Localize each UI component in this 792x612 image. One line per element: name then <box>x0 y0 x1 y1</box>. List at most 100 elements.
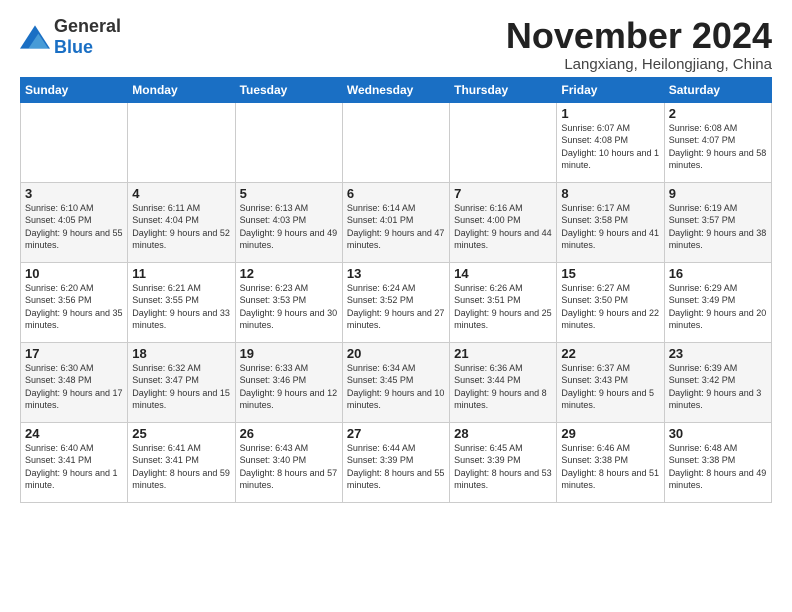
day-info: Sunrise: 6:20 AM Sunset: 3:56 PM Dayligh… <box>25 282 123 332</box>
day-number: 1 <box>561 106 659 121</box>
day-number: 30 <box>669 426 767 441</box>
week-row-2: 10Sunrise: 6:20 AM Sunset: 3:56 PM Dayli… <box>21 262 772 342</box>
day-cell: 23Sunrise: 6:39 AM Sunset: 3:42 PM Dayli… <box>664 342 771 422</box>
day-cell: 3Sunrise: 6:10 AM Sunset: 4:05 PM Daylig… <box>21 182 128 262</box>
logo: General Blue <box>20 16 121 58</box>
day-info: Sunrise: 6:17 AM Sunset: 3:58 PM Dayligh… <box>561 202 659 252</box>
day-info: Sunrise: 6:23 AM Sunset: 3:53 PM Dayligh… <box>240 282 338 332</box>
day-info: Sunrise: 6:48 AM Sunset: 3:38 PM Dayligh… <box>669 442 767 492</box>
day-info: Sunrise: 6:14 AM Sunset: 4:01 PM Dayligh… <box>347 202 445 252</box>
logo-general: General <box>54 16 121 36</box>
day-info: Sunrise: 6:37 AM Sunset: 3:43 PM Dayligh… <box>561 362 659 412</box>
day-number: 26 <box>240 426 338 441</box>
day-cell: 27Sunrise: 6:44 AM Sunset: 3:39 PM Dayli… <box>342 422 449 502</box>
day-cell <box>450 102 557 182</box>
day-number: 27 <box>347 426 445 441</box>
day-cell: 29Sunrise: 6:46 AM Sunset: 3:38 PM Dayli… <box>557 422 664 502</box>
day-number: 28 <box>454 426 552 441</box>
day-info: Sunrise: 6:36 AM Sunset: 3:44 PM Dayligh… <box>454 362 552 412</box>
day-cell: 17Sunrise: 6:30 AM Sunset: 3:48 PM Dayli… <box>21 342 128 422</box>
day-cell: 19Sunrise: 6:33 AM Sunset: 3:46 PM Dayli… <box>235 342 342 422</box>
day-cell: 30Sunrise: 6:48 AM Sunset: 3:38 PM Dayli… <box>664 422 771 502</box>
day-cell: 9Sunrise: 6:19 AM Sunset: 3:57 PM Daylig… <box>664 182 771 262</box>
day-cell: 20Sunrise: 6:34 AM Sunset: 3:45 PM Dayli… <box>342 342 449 422</box>
day-info: Sunrise: 6:11 AM Sunset: 4:04 PM Dayligh… <box>132 202 230 252</box>
day-cell <box>342 102 449 182</box>
day-cell: 28Sunrise: 6:45 AM Sunset: 3:39 PM Dayli… <box>450 422 557 502</box>
day-cell: 6Sunrise: 6:14 AM Sunset: 4:01 PM Daylig… <box>342 182 449 262</box>
day-cell: 11Sunrise: 6:21 AM Sunset: 3:55 PM Dayli… <box>128 262 235 342</box>
day-cell: 2Sunrise: 6:08 AM Sunset: 4:07 PM Daylig… <box>664 102 771 182</box>
day-cell: 15Sunrise: 6:27 AM Sunset: 3:50 PM Dayli… <box>557 262 664 342</box>
day-number: 18 <box>132 346 230 361</box>
day-info: Sunrise: 6:29 AM Sunset: 3:49 PM Dayligh… <box>669 282 767 332</box>
calendar-table: Sunday Monday Tuesday Wednesday Thursday… <box>20 77 772 503</box>
day-number: 2 <box>669 106 767 121</box>
day-number: 3 <box>25 186 123 201</box>
day-number: 15 <box>561 266 659 281</box>
subtitle: Langxiang, Heilongjiang, China <box>506 56 772 73</box>
header-wednesday: Wednesday <box>342 77 449 102</box>
day-number: 7 <box>454 186 552 201</box>
day-info: Sunrise: 6:30 AM Sunset: 3:48 PM Dayligh… <box>25 362 123 412</box>
title-block: November 2024 Langxiang, Heilongjiang, C… <box>506 16 772 73</box>
weekday-header-row: Sunday Monday Tuesday Wednesday Thursday… <box>21 77 772 102</box>
day-info: Sunrise: 6:16 AM Sunset: 4:00 PM Dayligh… <box>454 202 552 252</box>
header-sunday: Sunday <box>21 77 128 102</box>
day-cell: 21Sunrise: 6:36 AM Sunset: 3:44 PM Dayli… <box>450 342 557 422</box>
day-info: Sunrise: 6:24 AM Sunset: 3:52 PM Dayligh… <box>347 282 445 332</box>
day-info: Sunrise: 6:33 AM Sunset: 3:46 PM Dayligh… <box>240 362 338 412</box>
day-number: 29 <box>561 426 659 441</box>
day-number: 23 <box>669 346 767 361</box>
page: General Blue November 2024 Langxiang, He… <box>0 0 792 513</box>
day-info: Sunrise: 6:43 AM Sunset: 3:40 PM Dayligh… <box>240 442 338 492</box>
day-number: 9 <box>669 186 767 201</box>
day-cell: 12Sunrise: 6:23 AM Sunset: 3:53 PM Dayli… <box>235 262 342 342</box>
day-cell: 4Sunrise: 6:11 AM Sunset: 4:04 PM Daylig… <box>128 182 235 262</box>
day-cell: 22Sunrise: 6:37 AM Sunset: 3:43 PM Dayli… <box>557 342 664 422</box>
week-row-3: 17Sunrise: 6:30 AM Sunset: 3:48 PM Dayli… <box>21 342 772 422</box>
day-cell: 8Sunrise: 6:17 AM Sunset: 3:58 PM Daylig… <box>557 182 664 262</box>
day-cell: 1Sunrise: 6:07 AM Sunset: 4:08 PM Daylig… <box>557 102 664 182</box>
week-row-1: 3Sunrise: 6:10 AM Sunset: 4:05 PM Daylig… <box>21 182 772 262</box>
logo-icon <box>20 25 50 49</box>
day-cell: 26Sunrise: 6:43 AM Sunset: 3:40 PM Dayli… <box>235 422 342 502</box>
day-cell: 14Sunrise: 6:26 AM Sunset: 3:51 PM Dayli… <box>450 262 557 342</box>
day-cell: 7Sunrise: 6:16 AM Sunset: 4:00 PM Daylig… <box>450 182 557 262</box>
day-cell: 24Sunrise: 6:40 AM Sunset: 3:41 PM Dayli… <box>21 422 128 502</box>
day-info: Sunrise: 6:07 AM Sunset: 4:08 PM Dayligh… <box>561 122 659 172</box>
day-number: 22 <box>561 346 659 361</box>
week-row-0: 1Sunrise: 6:07 AM Sunset: 4:08 PM Daylig… <box>21 102 772 182</box>
day-number: 8 <box>561 186 659 201</box>
day-info: Sunrise: 6:39 AM Sunset: 3:42 PM Dayligh… <box>669 362 767 412</box>
day-cell: 18Sunrise: 6:32 AM Sunset: 3:47 PM Dayli… <box>128 342 235 422</box>
day-cell <box>128 102 235 182</box>
week-row-4: 24Sunrise: 6:40 AM Sunset: 3:41 PM Dayli… <box>21 422 772 502</box>
day-info: Sunrise: 6:08 AM Sunset: 4:07 PM Dayligh… <box>669 122 767 172</box>
logo-blue: Blue <box>54 37 93 57</box>
day-number: 4 <box>132 186 230 201</box>
day-info: Sunrise: 6:32 AM Sunset: 3:47 PM Dayligh… <box>132 362 230 412</box>
day-number: 6 <box>347 186 445 201</box>
day-number: 20 <box>347 346 445 361</box>
day-number: 24 <box>25 426 123 441</box>
day-info: Sunrise: 6:27 AM Sunset: 3:50 PM Dayligh… <box>561 282 659 332</box>
day-number: 11 <box>132 266 230 281</box>
day-info: Sunrise: 6:44 AM Sunset: 3:39 PM Dayligh… <box>347 442 445 492</box>
day-info: Sunrise: 6:19 AM Sunset: 3:57 PM Dayligh… <box>669 202 767 252</box>
day-cell <box>21 102 128 182</box>
day-cell: 25Sunrise: 6:41 AM Sunset: 3:41 PM Dayli… <box>128 422 235 502</box>
day-number: 14 <box>454 266 552 281</box>
day-number: 16 <box>669 266 767 281</box>
month-title: November 2024 <box>506 16 772 56</box>
day-number: 13 <box>347 266 445 281</box>
header-friday: Friday <box>557 77 664 102</box>
day-info: Sunrise: 6:26 AM Sunset: 3:51 PM Dayligh… <box>454 282 552 332</box>
day-info: Sunrise: 6:21 AM Sunset: 3:55 PM Dayligh… <box>132 282 230 332</box>
day-number: 21 <box>454 346 552 361</box>
day-info: Sunrise: 6:13 AM Sunset: 4:03 PM Dayligh… <box>240 202 338 252</box>
day-info: Sunrise: 6:41 AM Sunset: 3:41 PM Dayligh… <box>132 442 230 492</box>
day-number: 17 <box>25 346 123 361</box>
day-info: Sunrise: 6:40 AM Sunset: 3:41 PM Dayligh… <box>25 442 123 492</box>
day-cell: 16Sunrise: 6:29 AM Sunset: 3:49 PM Dayli… <box>664 262 771 342</box>
